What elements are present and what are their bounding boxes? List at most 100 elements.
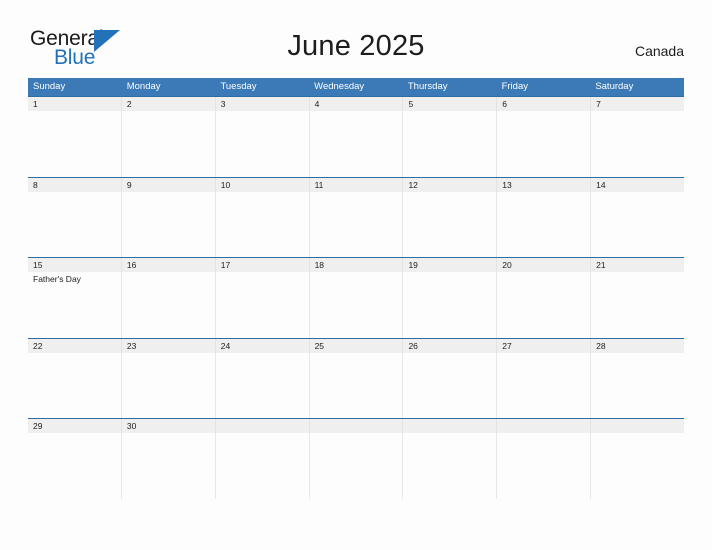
day-number[interactable]: 9 — [122, 177, 216, 192]
calendar-week-row: 29 30 — [28, 418, 684, 499]
weekday-header-row: Sunday Monday Tuesday Wednesday Thursday… — [28, 78, 684, 96]
day-number[interactable]: 28 — [591, 339, 684, 353]
day-cell[interactable] — [122, 272, 216, 338]
day-cell[interactable] — [28, 433, 122, 499]
day-number[interactable]: 10 — [216, 177, 310, 192]
day-number[interactable]: 2 — [122, 97, 216, 111]
day-number[interactable]: 6 — [497, 97, 592, 111]
region-label: Canada — [634, 43, 684, 59]
day-number[interactable]: 19 — [403, 258, 498, 272]
day-cell[interactable] — [310, 433, 404, 499]
day-cell[interactable] — [497, 352, 592, 419]
day-cell[interactable] — [310, 111, 404, 177]
day-number-band: 1234567 — [28, 97, 684, 111]
day-cell[interactable] — [403, 352, 498, 419]
page-header: General Blue June 2025 Canada — [0, 0, 712, 69]
day-number[interactable]: 18 — [310, 258, 404, 272]
day-content-band — [28, 111, 684, 177]
day-cell[interactable] — [216, 272, 310, 338]
day-number[interactable]: 4 — [310, 97, 404, 111]
day-cell[interactable] — [497, 111, 592, 177]
day-number[interactable]: 24 — [216, 338, 310, 353]
day-content-band — [28, 191, 684, 258]
day-cell[interactable] — [122, 191, 216, 258]
day-number[interactable]: 16 — [122, 258, 216, 272]
day-number-band: 29 30 — [28, 419, 684, 433]
day-cell[interactable] — [497, 191, 592, 258]
day-cell[interactable] — [591, 192, 684, 258]
day-number[interactable]: 17 — [216, 258, 310, 272]
calendar-page: General Blue June 2025 Canada Sunday Mon… — [0, 0, 712, 550]
day-number[interactable]: 25 — [310, 338, 404, 353]
day-cell[interactable] — [28, 352, 122, 419]
day-number[interactable]: 29 — [28, 419, 122, 433]
weekday-header-tuesday: Tuesday — [220, 81, 257, 92]
day-number[interactable]: 5 — [403, 97, 498, 111]
day-cell[interactable] — [310, 191, 404, 258]
day-cell[interactable] — [122, 111, 216, 177]
day-event-label: Father's Day — [33, 274, 81, 284]
day-cell[interactable]: Father's Day — [28, 272, 122, 338]
day-number[interactable]: 27 — [497, 338, 592, 353]
day-content-band: Father's Day — [28, 272, 684, 338]
weekday-header-sunday: Sunday — [33, 81, 66, 92]
page-title: June 2025 — [287, 30, 425, 62]
calendar-week-row: 1234567 — [28, 96, 684, 177]
day-cell[interactable] — [216, 352, 310, 419]
calendar-week-row: 8 9 10 11 12 13 14 — [28, 176, 684, 258]
day-cell[interactable] — [591, 353, 684, 419]
weekday-header-monday: Monday — [126, 81, 161, 92]
day-number[interactable]: 21 — [591, 258, 684, 272]
day-cell[interactable] — [310, 352, 404, 419]
day-cell[interactable] — [28, 191, 122, 258]
day-cell[interactable] — [403, 433, 498, 499]
day-number[interactable] — [497, 419, 592, 433]
day-content-band — [28, 352, 684, 419]
day-number[interactable]: 12 — [403, 177, 498, 192]
day-cell[interactable] — [122, 433, 216, 499]
weekday-header-wednesday: Wednesday — [314, 81, 365, 92]
day-number[interactable]: 1 — [28, 97, 122, 111]
day-number[interactable] — [310, 419, 404, 433]
day-cell[interactable] — [403, 272, 498, 338]
day-number-band: 8 9 10 11 12 13 14 — [28, 177, 684, 192]
day-number[interactable]: 8 — [28, 177, 122, 192]
weekday-header-saturday: Saturday — [595, 81, 634, 92]
calendar-weeks: 1 2 3 4 5 6 7 8 9 10 11 12 13 14 15 16 17 18 19 20 21 Father'… — [28, 96, 684, 499]
day-number[interactable] — [591, 419, 684, 433]
weekday-header-thursday: Thursday — [407, 81, 448, 92]
day-cell[interactable] — [497, 433, 592, 499]
day-cell[interactable] — [216, 191, 310, 258]
day-number[interactable] — [216, 419, 310, 433]
day-cell[interactable] — [591, 111, 684, 177]
calendar-week-row: 15 16 17 18 19 20 21 Father's Day — [28, 257, 684, 338]
day-number[interactable]: 20 — [497, 258, 592, 272]
day-cell[interactable] — [591, 433, 684, 499]
day-number[interactable]: 23 — [122, 338, 216, 353]
day-number[interactable]: 13 — [497, 177, 592, 192]
day-cell[interactable] — [216, 433, 310, 499]
day-content-band — [28, 433, 684, 499]
calendar-week-row: 22 23 24 25 26 27 28 — [28, 337, 684, 419]
day-cell[interactable] — [122, 352, 216, 419]
calendar-table: Sunday Monday Tuesday Wednesday Thursday… — [28, 78, 684, 499]
day-number[interactable]: 26 — [403, 338, 498, 353]
day-cell[interactable] — [591, 272, 684, 338]
day-number-band: 22 23 24 25 26 27 28 — [28, 338, 684, 353]
day-number-band: 15 16 17 18 19 20 21 — [28, 258, 684, 272]
day-number[interactable]: 7 — [591, 97, 684, 111]
day-number[interactable]: 11 — [310, 177, 404, 192]
day-number[interactable]: 15 — [28, 258, 122, 272]
day-cell[interactable] — [216, 111, 310, 177]
day-number[interactable]: 3 — [216, 97, 310, 111]
day-cell[interactable] — [497, 272, 592, 338]
day-number[interactable]: 30 — [122, 419, 216, 433]
day-cell[interactable] — [28, 111, 122, 177]
day-cell[interactable] — [403, 191, 498, 258]
day-cell[interactable] — [403, 111, 498, 177]
day-cell[interactable] — [310, 272, 404, 338]
day-number[interactable]: 14 — [591, 178, 684, 192]
day-number[interactable]: 22 — [28, 338, 122, 353]
day-number[interactable] — [403, 419, 498, 433]
weekday-header-friday: Friday — [501, 81, 528, 92]
